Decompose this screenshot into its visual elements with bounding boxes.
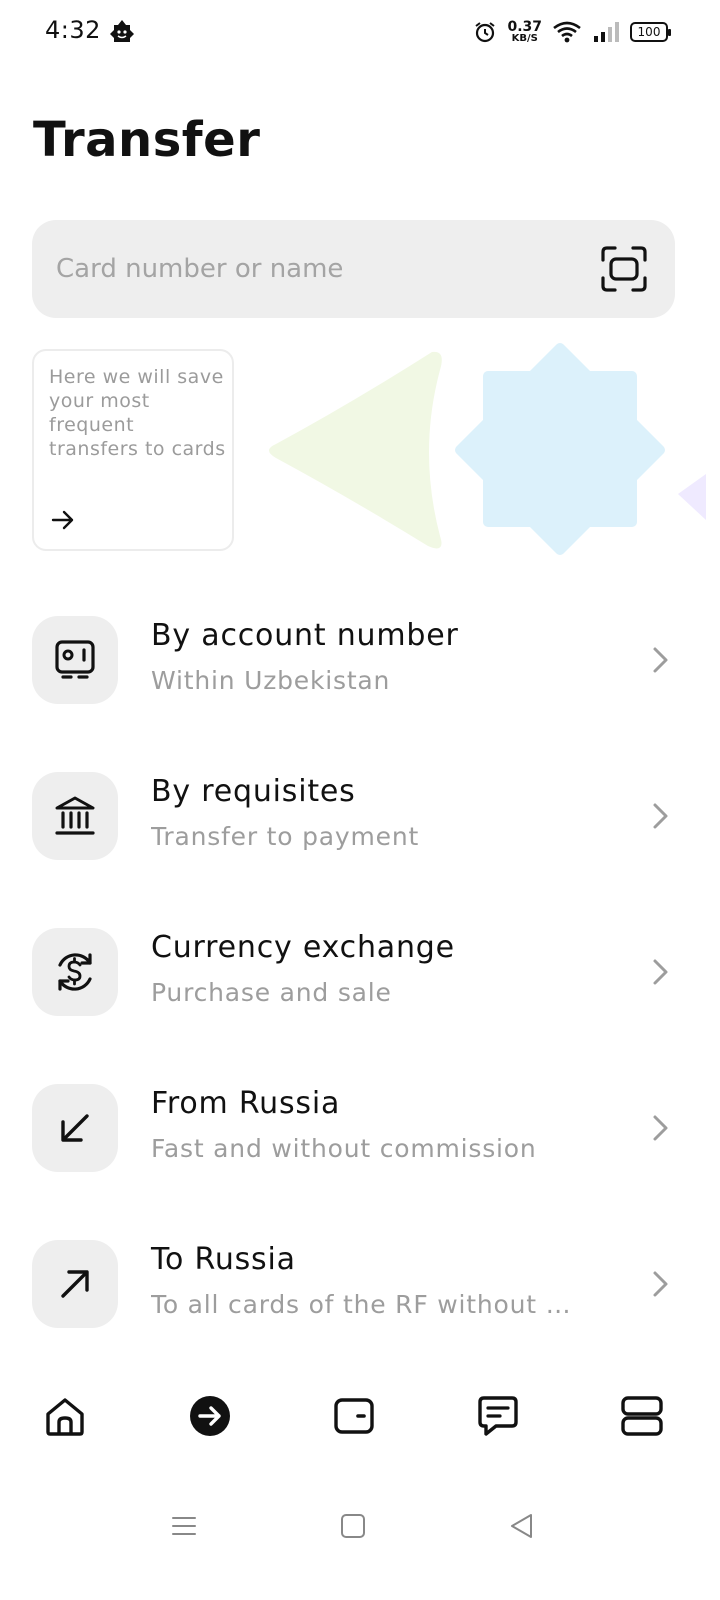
- account-card-icon: [55, 640, 95, 679]
- green-triangle-shape: [269, 351, 442, 549]
- frequent-transfers-hint: Here we will save your most frequent tra…: [49, 366, 226, 460]
- option-subtitle: Transfer to payment: [151, 822, 420, 851]
- search-input[interactable]: [56, 220, 576, 318]
- status-bar: 4:32 0.37 KB/S 100: [0, 0, 720, 64]
- arrow-down-left-icon: [61, 1114, 89, 1142]
- nav-home[interactable]: [41, 1392, 89, 1440]
- alarm-icon: [475, 22, 496, 43]
- bottom-nav: [0, 1372, 720, 1462]
- option-title: To Russia: [151, 1242, 296, 1277]
- blue-star-shape: [455, 343, 665, 555]
- option-title: From Russia: [151, 1086, 341, 1121]
- option-icon-box: [32, 1240, 118, 1328]
- purple-shape: [678, 474, 706, 520]
- option-title: Currency exchange: [151, 930, 455, 965]
- wifi-icon: [553, 21, 581, 43]
- network-speed: 0.37 KB/S: [507, 20, 542, 44]
- currency-exchange-icon: [58, 953, 92, 991]
- option-subtitle: To all cards of the RF without …: [151, 1290, 572, 1319]
- status-indicators: 0.37 KB/S 100: [473, 16, 671, 48]
- chevron-right-icon: [653, 1271, 668, 1297]
- network-speed-value: 0.37: [507, 19, 542, 35]
- option-icon-box: [32, 616, 118, 704]
- scan-icon[interactable]: [599, 244, 649, 294]
- page-title: Transfer: [33, 112, 261, 168]
- nav-chat[interactable]: [474, 1392, 522, 1440]
- option-subtitle: Purchase and sale: [151, 978, 392, 1007]
- nav-services[interactable]: [618, 1392, 666, 1440]
- option-subtitle: Within Uzbekistan: [151, 666, 391, 695]
- option-icon-box: [32, 928, 118, 1016]
- option-subtitle: Fast and without commission: [151, 1134, 537, 1163]
- option-title: By account number: [151, 618, 459, 653]
- chevron-right-icon: [653, 959, 668, 985]
- option-to-russia[interactable]: To Russia To all cards of the RF without…: [0, 1206, 720, 1362]
- menu-icon[interactable]: [168, 1510, 200, 1542]
- search-bar: [32, 220, 675, 318]
- signal-icon: [594, 22, 619, 42]
- network-speed-unit: KB/S: [511, 33, 538, 44]
- frequent-transfers-card[interactable]: Here we will save your most frequent tra…: [32, 349, 234, 551]
- option-by-account-number[interactable]: By account number Within Uzbekistan: [0, 582, 720, 738]
- option-from-russia[interactable]: From Russia Fast and without commission: [0, 1050, 720, 1206]
- option-title: By requisites: [151, 774, 356, 809]
- chat-icon: [478, 1396, 518, 1436]
- battery-icon: 100: [630, 22, 671, 42]
- app-notification-icon: [110, 20, 134, 42]
- chevron-right-icon: [653, 647, 668, 673]
- option-by-requisites[interactable]: By requisites Transfer to payment: [0, 738, 720, 894]
- nav-transfer[interactable]: [186, 1392, 234, 1440]
- chevron-right-icon: [653, 803, 668, 829]
- battery-level: 100: [637, 25, 661, 39]
- option-currency-exchange[interactable]: Currency exchange Purchase and sale: [0, 894, 720, 1050]
- status-time: 4:32: [45, 16, 101, 44]
- wallet-icon: [334, 1398, 374, 1434]
- arrow-up-right-icon: [61, 1270, 89, 1298]
- arrow-right-icon: [51, 510, 74, 530]
- chevron-right-icon: [653, 1115, 668, 1141]
- nav-wallet[interactable]: [330, 1392, 378, 1440]
- option-icon-box: [32, 1084, 118, 1172]
- bank-icon: [55, 796, 95, 835]
- system-home-icon[interactable]: [337, 1510, 369, 1542]
- system-nav: [0, 1488, 720, 1568]
- back-icon[interactable]: [506, 1510, 538, 1542]
- home-icon: [46, 1398, 84, 1436]
- services-icon: [621, 1396, 663, 1436]
- option-icon-box: [32, 772, 118, 860]
- transfer-arrow-icon: [190, 1396, 230, 1436]
